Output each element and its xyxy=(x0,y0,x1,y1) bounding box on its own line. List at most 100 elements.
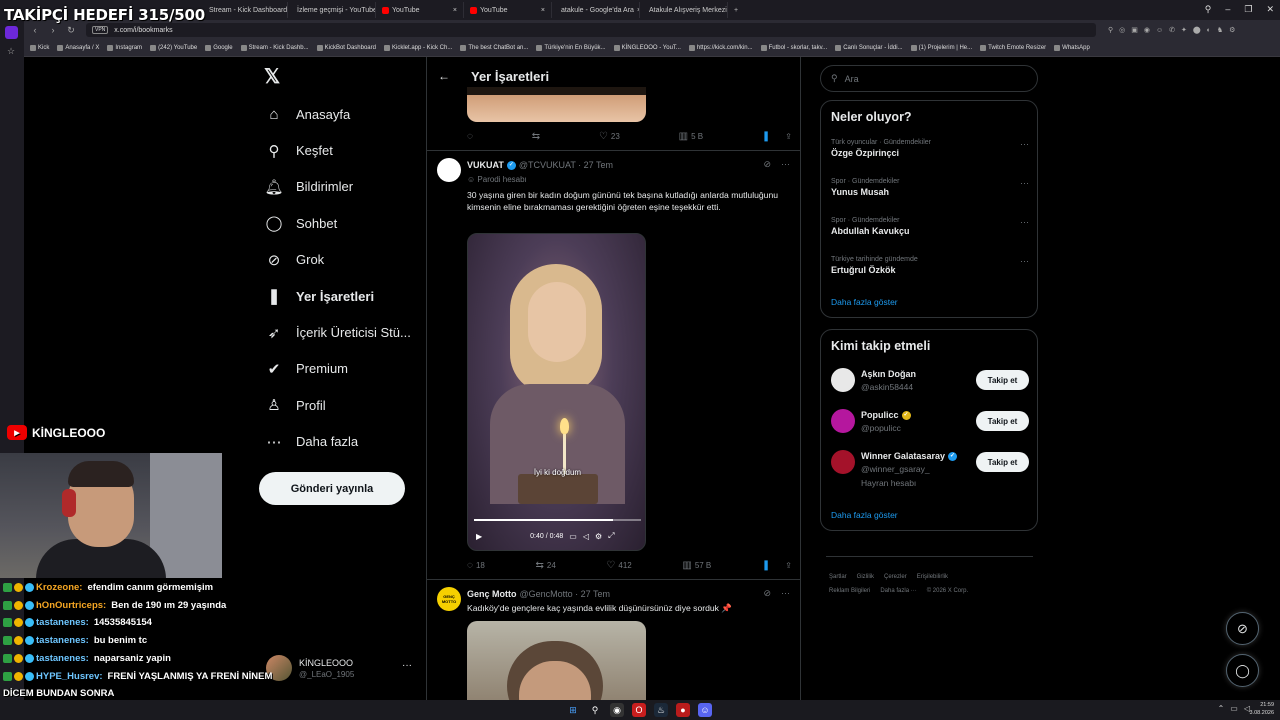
reply-button[interactable]: ◌ 18 xyxy=(467,560,485,571)
share-icon[interactable]: ⇪ xyxy=(785,132,792,141)
footer-link[interactable]: © 2026 X Corp. xyxy=(927,588,968,594)
volume-icon[interactable]: ◁ xyxy=(583,532,589,541)
recorder-icon[interactable]: ● xyxy=(676,703,690,717)
bookmark-item[interactable]: Canlı Sonuçlar - İddi... xyxy=(835,45,903,51)
nav-item-bell[interactable]: 🔔︎ Bildirimler xyxy=(264,169,424,205)
retweet-button[interactable]: ⇆ xyxy=(532,131,540,142)
retweet-button[interactable]: ⇆ 24 xyxy=(535,560,555,571)
footer-link[interactable]: Çerezler xyxy=(884,574,907,580)
sidebar-star-icon[interactable]: ☆ xyxy=(7,46,15,57)
grok-fab-icon[interactable]: ⊘ xyxy=(1226,612,1259,645)
nav-item-rocket[interactable]: ➶ İçerik Üreticisi Stü... xyxy=(264,314,424,350)
more-icon[interactable]: ··· xyxy=(781,588,790,599)
footer-link[interactable]: Daha fazla ··· xyxy=(880,588,916,594)
reload-icon[interactable]: ↻ xyxy=(62,25,80,36)
clock[interactable]: 21:59 3.08.2026 xyxy=(1250,701,1274,717)
nav-item-premium[interactable]: ✔ Premium xyxy=(264,351,424,387)
nav-item-profile[interactable]: ♙ Profil xyxy=(264,387,424,423)
bookmark-item[interactable]: Google xyxy=(205,45,233,51)
bookmark-item[interactable]: WhatsApp xyxy=(1054,45,1090,51)
bookmark-filled-icon[interactable]: ❚ xyxy=(762,560,770,571)
bookmark-item[interactable]: Kicklet.app - Kick Ch... xyxy=(383,45,452,51)
reply-button[interactable]: ◌ xyxy=(467,131,473,142)
steam-icon[interactable]: ♨ xyxy=(654,703,668,717)
browser-tab[interactable]: YouTube × xyxy=(376,2,464,18)
follow-suggestion[interactable]: Populicc ✓ @populicc Takip et xyxy=(831,407,1029,447)
captions-icon[interactable]: ▭ xyxy=(569,532,577,541)
windows-start-icon[interactable]: ⊞ xyxy=(566,703,580,717)
bookmark-item[interactable]: (1) Projelerim | He... xyxy=(910,45,972,51)
discord-icon[interactable]: ☺ xyxy=(698,703,712,717)
nav-item-grok[interactable]: ⊘ Grok xyxy=(264,242,424,278)
bookmark-item[interactable]: (242) YouTube xyxy=(150,45,197,51)
trend-item[interactable]: Türk oyuncular · Gündemdekiler Özge Özpir… xyxy=(831,139,1029,158)
nav-item-home[interactable]: ⌂ Anasayfa xyxy=(264,96,424,132)
bookmark-item[interactable]: Stream - Kick Dashb... xyxy=(240,45,309,51)
browser-tab[interactable]: atakule - Google'da Ara× xyxy=(552,2,640,18)
nav-item-bookmark[interactable]: ❚ Yer İşaretleri xyxy=(264,278,424,314)
close-icon[interactable]: ✕ xyxy=(1266,4,1274,15)
bookmark-item[interactable]: The best ChatBot an... xyxy=(460,45,528,51)
trend-item[interactable]: Spor · Gündemdekiler Yunus Musah ··· xyxy=(831,178,1029,197)
follow-suggestion[interactable]: Winner Galatasaray ✓ @winner_gsaray_ Hayran… xyxy=(831,448,1029,488)
bookmark-item[interactable]: KickBot Dashboard xyxy=(316,45,376,51)
follow-button[interactable]: Takip et xyxy=(976,411,1029,431)
vpn-badge[interactable]: VPN xyxy=(92,26,109,34)
opera-icon[interactable]: O xyxy=(632,703,646,717)
author-name[interactable]: Genç Motto xyxy=(467,589,517,599)
video-player[interactable]: İyi ki doğdum ▶ 0:40 / 0:48 ▭ ◁ ⚙ ⤢ xyxy=(467,233,646,551)
play-icon[interactable]: ▶ xyxy=(476,532,482,541)
footer-link[interactable]: Gizlilik xyxy=(857,574,874,580)
nav-item-chat[interactable]: ◯ Sohbet xyxy=(264,205,424,241)
trends-show-more-link[interactable]: Daha fazla göster xyxy=(831,297,898,307)
search-icon[interactable]: ⚲ xyxy=(588,703,602,717)
share-icon[interactable]: ⇪ xyxy=(785,561,792,570)
nav-item-more[interactable]: ⋯ Daha fazla xyxy=(264,424,424,460)
new-tab-button[interactable]: + xyxy=(734,7,738,14)
browser-tab[interactable]: Stream - Kick Dashboard× xyxy=(200,2,288,18)
bookmark-filled-icon[interactable]: ❚ xyxy=(762,131,770,142)
extension-icons[interactable]: ⚲◎▣◉☺✆✦⬤◐♞⚙ xyxy=(1108,26,1241,34)
grok-icon[interactable]: ⊘ xyxy=(763,159,771,170)
messages-fab-icon[interactable]: ◯ xyxy=(1226,654,1259,687)
close-icon[interactable]: × xyxy=(453,7,457,14)
trend-item[interactable]: Spor · Gündemdekiler Abdullah Kavukçu ··· xyxy=(831,217,1029,236)
follow-suggestion[interactable]: Aşkın Doğan @askin58444 Takip et xyxy=(831,366,1029,406)
more-icon[interactable]: ··· xyxy=(1020,256,1029,266)
tweet-image[interactable] xyxy=(467,621,646,700)
post-button[interactable]: Gönderi yayınla xyxy=(259,472,405,505)
app-icon[interactable]: ◉ xyxy=(610,703,624,717)
bookmark-item[interactable]: Instagram xyxy=(107,45,142,51)
who-show-more-link[interactable]: Daha fazla göster xyxy=(831,510,898,520)
video-progress-bar[interactable] xyxy=(474,519,641,521)
bookmark-item[interactable]: Türkiye'nin En Büyük... xyxy=(536,45,606,51)
views-button[interactable]: ▥ 5 B xyxy=(679,131,703,142)
fullscreen-icon[interactable]: ⤢ xyxy=(608,531,614,541)
more-icon[interactable]: ··· xyxy=(402,660,412,671)
more-icon[interactable]: ··· xyxy=(1020,139,1029,149)
trend-item[interactable]: Türkiye tarihinde gündemde Ertuğrul Özkök… xyxy=(831,256,1029,275)
author-handle-date[interactable]: @TCVUKUAT · 27 Tem xyxy=(519,160,613,170)
grok-icon[interactable]: ⊘ xyxy=(763,588,771,599)
bookmark-item[interactable]: Kick xyxy=(30,45,49,51)
avatar[interactable]: GENÇ MOTTO xyxy=(437,587,461,611)
forward-arrow-icon[interactable]: › xyxy=(44,25,62,35)
back-arrow-icon[interactable]: ‹ xyxy=(26,25,44,35)
follow-button[interactable]: Takip et xyxy=(976,370,1029,390)
browser-tab[interactable]: YouTube × xyxy=(464,2,552,18)
network-icon[interactable]: ▭ xyxy=(1230,704,1238,713)
avatar[interactable] xyxy=(831,368,855,392)
search-input[interactable]: ⚲ Ara xyxy=(820,65,1038,92)
bookmark-item[interactable]: Twitch Emote Resizer xyxy=(980,45,1046,51)
search-icon[interactable]: ⚲ xyxy=(1205,4,1212,15)
more-icon[interactable]: ··· xyxy=(781,159,790,170)
bookmark-item[interactable]: KİNGLEOOO - YouT... xyxy=(613,45,681,51)
avatar[interactable] xyxy=(831,409,855,433)
more-icon[interactable]: ··· xyxy=(1020,217,1029,227)
footer-link[interactable]: Erişilebilirlik xyxy=(917,574,948,580)
minimize-icon[interactable]: – xyxy=(1225,4,1230,15)
views-button[interactable]: ▥ 57 B xyxy=(682,560,711,571)
account-switcher[interactable]: KİNGLEOOO @_LEaO_1905 ··· xyxy=(266,652,416,684)
nav-item-search[interactable]: ⚲ Keşfet xyxy=(264,132,424,168)
avatar[interactable] xyxy=(831,450,855,474)
